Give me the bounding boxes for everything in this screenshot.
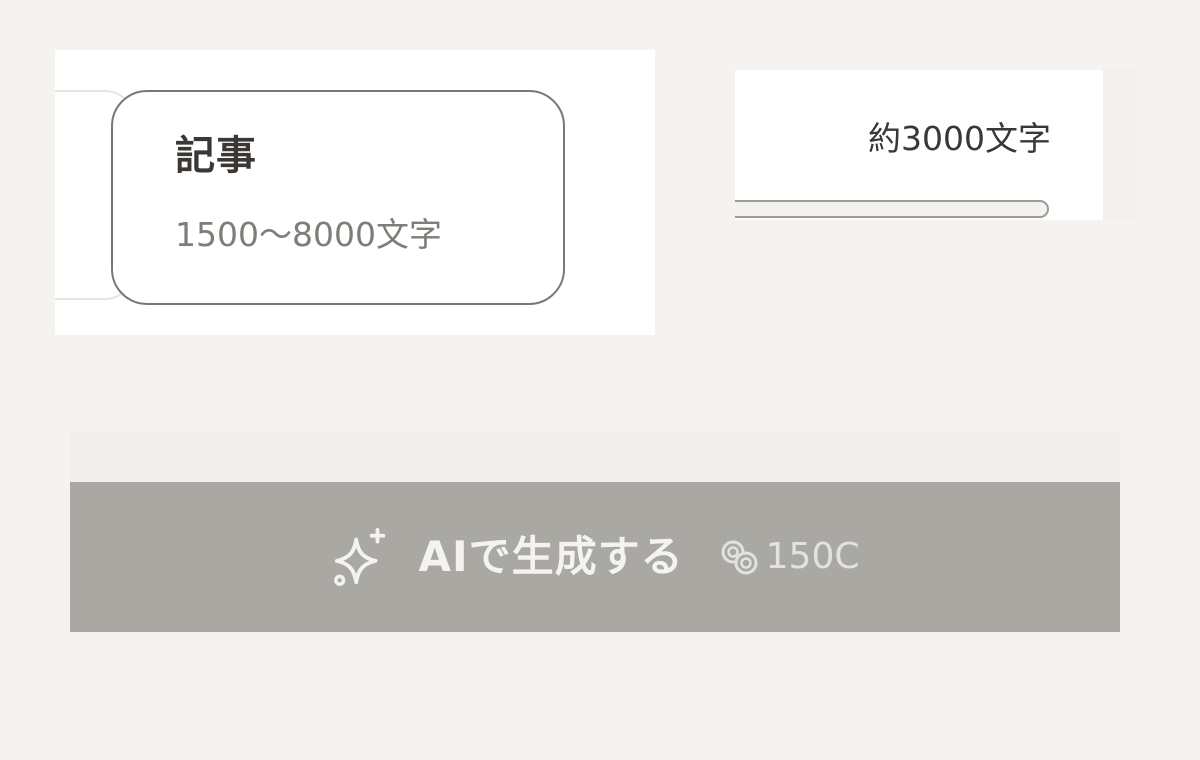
sparkle-icon [333, 527, 385, 586]
length-panel: 約3000文字 [735, 70, 1103, 220]
option-card-title: 記事 [175, 133, 257, 179]
option-card-article[interactable]: 記事 1500〜8000文字 [111, 90, 565, 305]
generate-cost-label: 150C [765, 536, 860, 577]
article-type-options: 記事 1500〜8000文字 [55, 50, 655, 335]
page: 記事 1500〜8000文字 約3000文字 AIで生成する 150C [0, 0, 1200, 760]
generate-button-label: AIで生成する [418, 532, 684, 581]
coin-icon [721, 540, 758, 575]
generate-area-strip [70, 432, 1120, 482]
length-panel-edge [1103, 70, 1135, 220]
option-card-range: 1500〜8000文字 [175, 215, 442, 254]
length-estimate-label: 約3000文字 [868, 119, 1051, 158]
generate-button[interactable]: AIで生成する 150C [70, 482, 1120, 632]
length-slider-track[interactable] [735, 200, 1049, 218]
